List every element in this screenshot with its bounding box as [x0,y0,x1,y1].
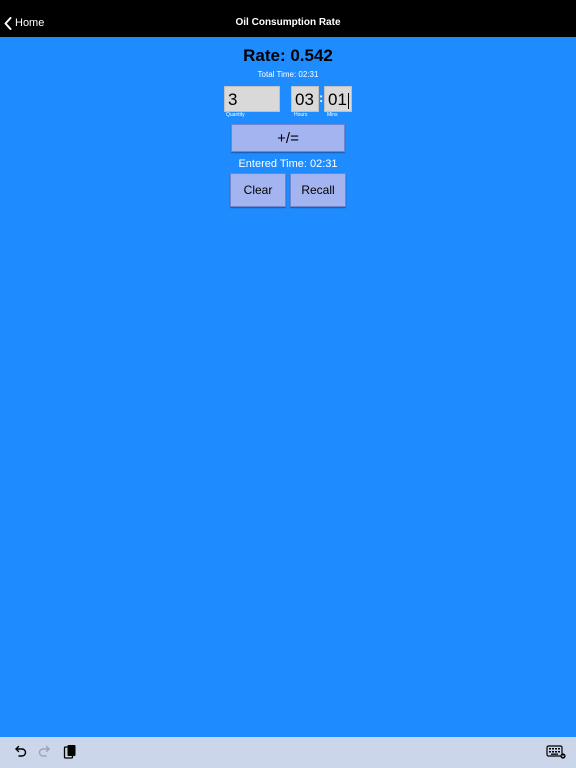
undo-icon[interactable] [13,744,27,763]
clear-button-label: Clear [243,183,273,197]
text-cursor [347,92,349,109]
hours-value: 03 [295,90,314,109]
quantity-label: Quantity [226,112,245,118]
mins-input[interactable]: 01 [324,86,352,112]
mins-label: Mins [327,112,338,118]
recall-button[interactable]: Recall [290,173,346,207]
page-title: Oil Consumption Rate [235,17,341,28]
total-time-display: Total Time: 02:31 [257,70,319,79]
recall-button-label: Recall [301,183,335,197]
plus-equals-button[interactable]: +/= [231,124,345,152]
quantity-value: 3 [228,90,238,109]
time-separator: : [319,90,324,105]
plus-equals-button-label: +/= [277,129,299,147]
redo-icon[interactable] [38,744,52,763]
rate-display: Rate: 0.542 [243,46,333,65]
hours-label: Hours [294,112,308,118]
mins-value: 01 [328,90,347,109]
keyboard-shortcut-bar [0,737,576,768]
main-content: Rate: 0.542 Total Time: 02:31 3 Quantity… [0,37,576,737]
hours-input[interactable]: 03 [291,86,319,112]
paste-icon[interactable] [63,744,77,765]
navigation-bar: Home Oil Consumption Rate [0,0,576,37]
quantity-input[interactable]: 3 [224,86,280,112]
entered-time-display: Entered Time: 02:31 [238,158,338,170]
keyboard-dismiss-icon[interactable] [546,745,566,764]
clear-button[interactable]: Clear [230,173,286,207]
